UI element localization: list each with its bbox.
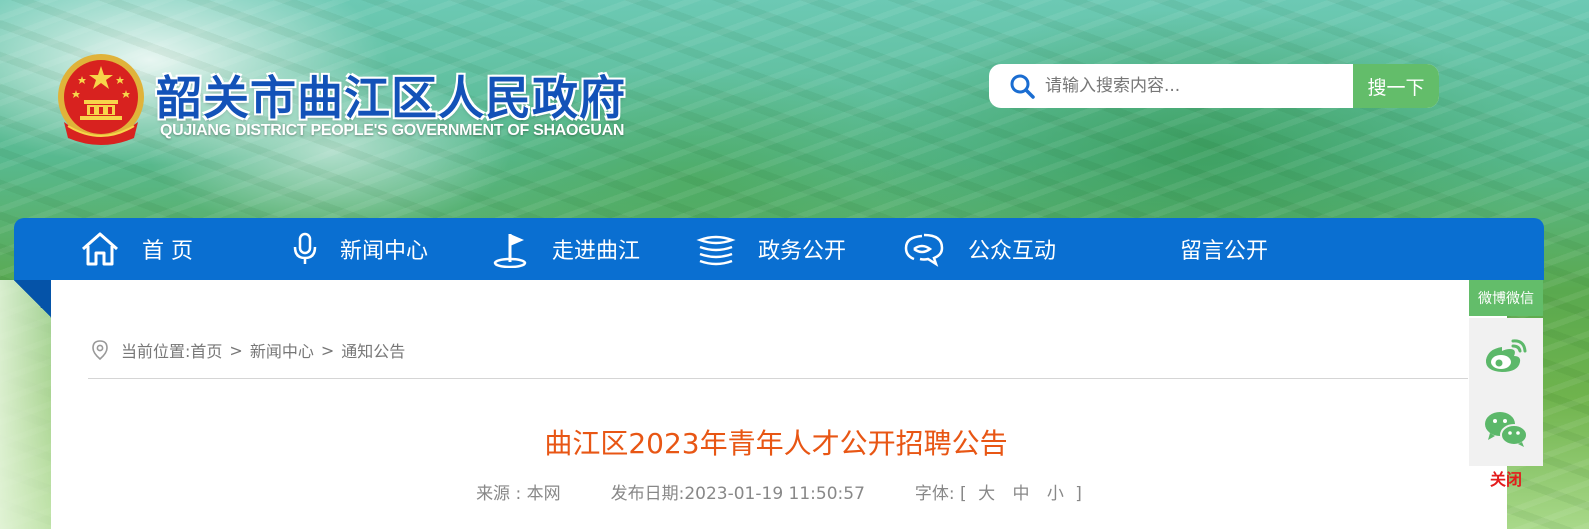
nav-label-interaction: 公众互动 — [968, 239, 1057, 264]
search-icon — [1010, 74, 1035, 99]
stack-icon — [696, 235, 736, 266]
nav-item-about[interactable]: 走进曲江 — [490, 218, 640, 280]
national-emblem-icon — [54, 52, 148, 150]
font-size-medium[interactable]: 中 — [1012, 484, 1029, 504]
content-panel: 当前位置: 首页 > 新闻中心 > 通知公告 曲江区2023年青年人才公开招聘公… — [51, 280, 1507, 529]
home-icon — [82, 232, 118, 266]
search-input[interactable] — [1045, 64, 1353, 108]
nav-item-home[interactable]: 首 页 — [80, 218, 193, 280]
nav-label-government: 政务公开 — [758, 239, 847, 264]
article-source: 来源 : 本网 — [476, 484, 561, 504]
nav-item-news[interactable]: 新闻中心 — [292, 218, 428, 280]
font-bracket-open: [ — [960, 484, 967, 504]
font-size-label: 字体: — [914, 484, 955, 504]
font-size-small[interactable]: 小 — [1047, 484, 1064, 504]
breadcrumb-item-notices[interactable]: 通知公告 — [341, 338, 405, 362]
wechat-icon — [1485, 412, 1528, 447]
share-close-button[interactable]: 关闭 — [1469, 466, 1543, 490]
chat-icon — [904, 233, 944, 267]
breadcrumb-prefix: 当前位置: — [121, 342, 191, 361]
breadcrumb-separator: > — [229, 340, 243, 360]
search-button[interactable]: 搜一下 — [1353, 64, 1439, 108]
nav-label-about: 走进曲江 — [552, 239, 641, 264]
article-meta: 来源 : 本网 发布日期:2023-01-19 11:50:57 字体: [ 大 中… — [51, 479, 1507, 504]
location-pin-icon — [92, 340, 108, 360]
article-publish-date: 发布日期:2023-01-19 11:50:57 — [610, 484, 865, 504]
main-nav: 首 页 新闻中心 走进曲江 政务公开 公众互动 留言公开 — [14, 218, 1544, 280]
font-bracket-close: ] — [1075, 484, 1082, 504]
nav-item-messages[interactable]: 留言公开 — [1180, 218, 1268, 280]
breadcrumb-separator: > — [320, 340, 335, 360]
flag-icon — [493, 234, 527, 268]
site-subtitle: QUJIANG DISTRICT PEOPLE'S GOVERNMENT OF … — [160, 122, 625, 139]
nav-item-government[interactable]: 政务公开 — [696, 218, 846, 280]
breadcrumb-item-news[interactable]: 新闻中心 — [250, 338, 314, 362]
search-box: 搜一下 — [989, 64, 1439, 108]
nav-label-news: 新闻中心 — [340, 239, 429, 264]
nav-label-messages: 留言公开 — [1180, 239, 1269, 264]
weibo-icon — [1485, 339, 1527, 372]
site-title[interactable]: 韶关市曲江区人民政府 — [156, 62, 626, 128]
breadcrumb: 当前位置: 首页 > 新闻中心 > 通知公告 — [91, 338, 405, 362]
divider — [88, 378, 1468, 379]
breadcrumb-item-home[interactable]: 首页 — [190, 338, 222, 362]
nav-item-interaction[interactable]: 公众互动 — [902, 218, 1056, 280]
wechat-share-button[interactable] — [1469, 392, 1543, 466]
weibo-share-button[interactable] — [1469, 318, 1543, 392]
share-panel-header: 微博微信 — [1469, 280, 1543, 316]
microphone-icon — [293, 232, 317, 264]
font-size-large[interactable]: 大 — [978, 484, 995, 504]
nav-label-home: 首 页 — [142, 239, 193, 264]
article-title: 曲江区2023年青年人才公开招聘公告 — [544, 427, 1008, 460]
nav-fold — [14, 280, 51, 318]
